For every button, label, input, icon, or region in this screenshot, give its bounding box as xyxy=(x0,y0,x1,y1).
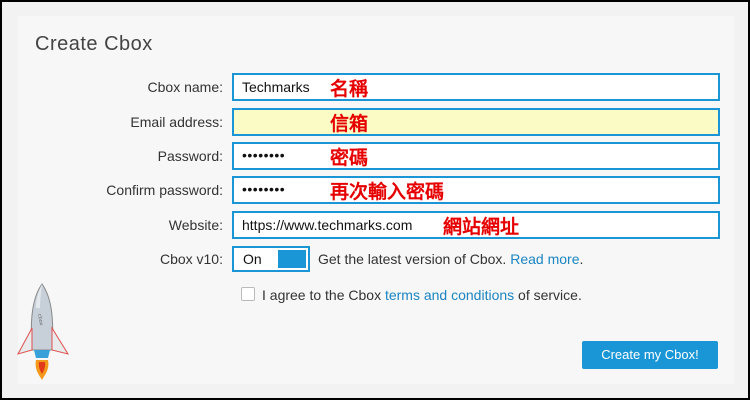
toggle-knob xyxy=(278,250,306,268)
rocket-illustration: cbox xyxy=(16,283,70,380)
website-row: Website: https://www.techmarks.com 網站網址 xyxy=(0,211,750,239)
password-value: •••••••• xyxy=(242,147,286,163)
toggle-on-label: On xyxy=(243,251,262,267)
cbox-v10-label: Cbox v10: xyxy=(159,251,223,267)
website-label: Website: xyxy=(168,217,223,233)
confirm-password-row: Confirm password: •••••••• 再次輸入密碼 xyxy=(0,176,750,204)
website-annotation: 網站網址 xyxy=(443,216,520,238)
create-cbox-button[interactable]: Create my Cbox! xyxy=(582,341,718,369)
confirm-password-label: Confirm password: xyxy=(106,182,223,198)
password-row: Password: •••••••• 密碼 xyxy=(0,142,750,170)
cbox-name-input[interactable]: Techmarks xyxy=(232,73,720,101)
email-label: Email address: xyxy=(130,114,223,130)
read-more-link[interactable]: Read more xyxy=(510,251,579,267)
password-label: Password: xyxy=(157,148,223,164)
email-annotation: 信箱 xyxy=(330,113,369,135)
cbox-name-label: Cbox name: xyxy=(147,79,223,95)
cbox-v10-description: Get the latest version of Cbox. Read mor… xyxy=(318,251,583,267)
agree-suffix: of service. xyxy=(514,287,582,303)
confirm-password-input[interactable]: •••••••• xyxy=(232,176,720,204)
cbox-name-value: Techmarks xyxy=(242,79,310,95)
page-title: Create Cbox xyxy=(35,33,153,55)
confirm-password-value: •••••••• xyxy=(242,181,286,197)
cbox-name-annotation: 名稱 xyxy=(330,78,369,100)
agree-text: I agree to the Cbox terms and conditions… xyxy=(262,287,582,303)
confirm-password-annotation: 再次輸入密碼 xyxy=(330,181,445,203)
cbox-name-row: Cbox name: Techmarks 名稱 xyxy=(0,73,750,101)
agree-prefix: I agree to the Cbox xyxy=(262,287,385,303)
email-input[interactable] xyxy=(232,108,720,136)
cbox-v10-toggle[interactable]: On xyxy=(232,246,310,272)
email-row: Email address: 信箱 xyxy=(0,108,750,136)
agree-checkbox[interactable] xyxy=(241,287,255,301)
cbox-v10-description-text: Get the latest version of Cbox. xyxy=(318,251,507,267)
password-annotation: 密碼 xyxy=(330,147,369,169)
cbox-v10-period: . xyxy=(579,251,584,267)
terms-link[interactable]: terms and conditions xyxy=(385,287,514,303)
website-value: https://www.techmarks.com xyxy=(242,217,413,233)
password-input[interactable]: •••••••• xyxy=(232,142,720,170)
